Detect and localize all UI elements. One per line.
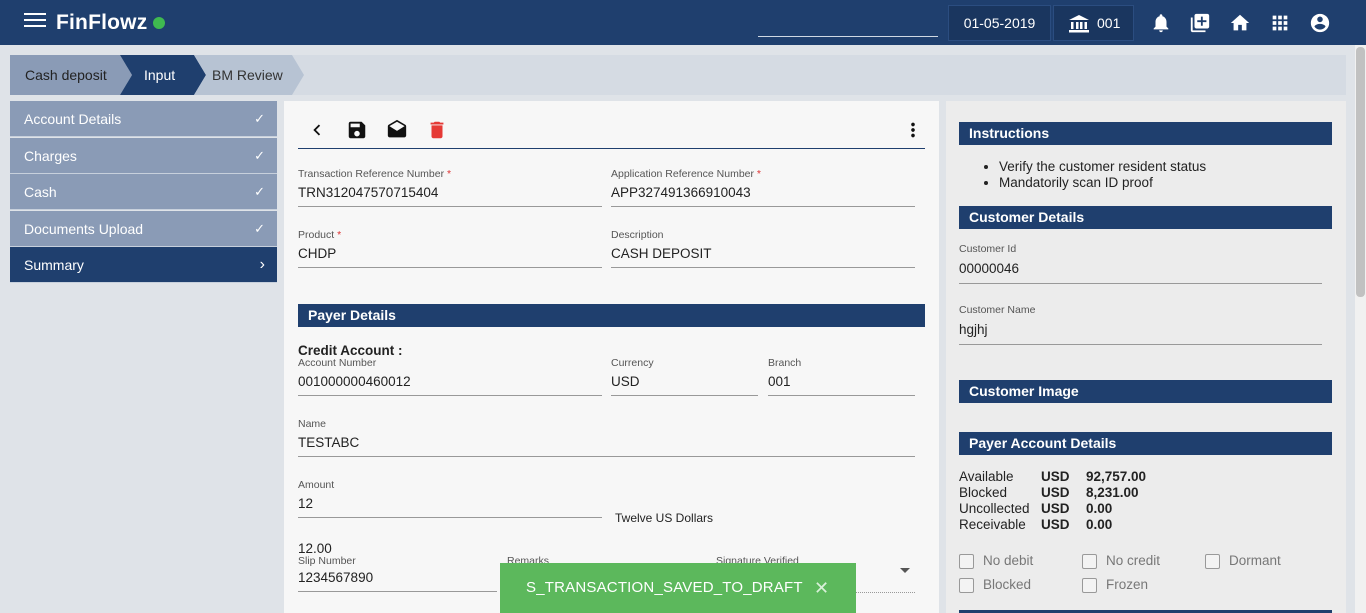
menu-icon[interactable] xyxy=(24,13,46,31)
dropdown-arrow-icon xyxy=(900,568,910,573)
nav-account-details[interactable]: Account Details ✓ xyxy=(10,101,277,137)
account-circle-icon[interactable] xyxy=(1309,12,1331,34)
check-icon: ✓ xyxy=(254,147,265,163)
back-icon[interactable] xyxy=(306,119,328,141)
instruction-item: Mandatorily scan ID proof xyxy=(999,175,1206,191)
currency-field[interactable]: Currency USD xyxy=(611,357,758,396)
transaction-ref-field[interactable]: Transaction Reference Number * TRN312047… xyxy=(298,168,602,207)
instructions-list: Verify the customer resident status Mand… xyxy=(999,159,1206,191)
snackbar-toast: S_TRANSACTION_SAVED_TO_DRAFT ✕ xyxy=(500,563,856,613)
online-status-dot xyxy=(153,17,165,29)
credit-account-title: Credit Account : xyxy=(298,343,403,358)
top-app-bar: FinFlowz 01-05-2019 001 xyxy=(0,0,1366,45)
mail-open-icon[interactable] xyxy=(386,119,408,141)
customer-name-field: Customer Name hgjhj xyxy=(959,304,1322,345)
more-vert-icon[interactable] xyxy=(902,119,924,141)
balance-row-uncollected: Uncollected USD 0.00 xyxy=(959,501,1113,516)
close-icon[interactable]: ✕ xyxy=(814,563,829,613)
business-date[interactable]: 01-05-2019 xyxy=(948,5,1051,41)
chevron-right-icon: › xyxy=(259,256,265,274)
balance-table: Available USD 92,757.00 Blocked USD 8,231.00… xyxy=(959,469,1146,533)
description-field[interactable]: Description CASH DEPOSIT xyxy=(611,229,915,268)
save-icon[interactable] xyxy=(346,119,368,141)
amount-field[interactable]: Amount 12 xyxy=(298,479,602,518)
search-field[interactable] xyxy=(758,36,938,37)
nav-documents-upload[interactable]: Documents Upload ✓ xyxy=(10,210,277,247)
branch-selector[interactable]: 001 xyxy=(1053,5,1134,41)
instruction-item: Verify the customer resident status xyxy=(999,159,1206,175)
instructions-header: Instructions xyxy=(959,122,1332,145)
app-name: FinFlowz xyxy=(56,11,148,34)
check-icon: ✓ xyxy=(254,184,265,200)
info-panel: Instructions Verify the customer residen… xyxy=(946,101,1346,613)
customer-id-field: Customer Id 00000046 xyxy=(959,243,1322,284)
account-number-field[interactable]: Account Number 001000000460012 xyxy=(298,357,602,396)
payer-account-header: Payer Account Details xyxy=(959,432,1332,455)
check-icon: ✓ xyxy=(254,111,265,126)
branch-field[interactable]: Branch 001 xyxy=(768,357,915,396)
check-icon: ✓ xyxy=(254,220,265,236)
branch-code: 001 xyxy=(1097,15,1121,31)
product-field[interactable]: Product * CHDP xyxy=(298,229,602,268)
nav-cash[interactable]: Cash ✓ xyxy=(10,174,277,211)
apps-grid-icon[interactable] xyxy=(1269,12,1291,34)
scrollbar-thumb[interactable] xyxy=(1356,47,1365,297)
balance-row-blocked: Blocked USD 8,231.00 xyxy=(959,485,1139,500)
nav-summary[interactable]: Summary › xyxy=(10,247,277,284)
transaction-form: Transaction Reference Number * TRN312047… xyxy=(284,101,939,613)
add-box-icon[interactable] xyxy=(1189,12,1211,34)
payer-details-header: Payer Details xyxy=(298,304,925,327)
slip-number-field[interactable]: Slip Number 1234567890 xyxy=(298,555,497,592)
balance-row-available: Available USD 92,757.00 xyxy=(959,469,1147,484)
application-ref-field[interactable]: Application Reference Number * APP327491… xyxy=(611,168,915,207)
section-nav: Account Details ✓ Charges ✓ Cash ✓ Docum… xyxy=(10,101,277,284)
toast-message: S_TRANSACTION_SAVED_TO_DRAFT xyxy=(526,579,803,596)
step-bm-review[interactable]: BM Review xyxy=(194,55,304,95)
nav-charges[interactable]: Charges ✓ xyxy=(10,137,277,174)
amount-formatted: 12.00 xyxy=(298,541,332,556)
process-stepper: Cash deposit Input BM Review xyxy=(10,55,1346,95)
bank-icon xyxy=(1069,15,1089,33)
customer-image-header[interactable]: Customer Image xyxy=(959,380,1332,403)
form-toolbar xyxy=(298,115,925,149)
home-icon[interactable] xyxy=(1229,12,1251,34)
amount-in-words: Twelve US Dollars xyxy=(615,511,714,525)
balance-row-receivable: Receivable USD 0.00 xyxy=(959,517,1113,532)
name-field[interactable]: Name TESTABC xyxy=(298,418,915,457)
delete-icon[interactable] xyxy=(426,119,448,141)
customer-details-header: Customer Details xyxy=(959,206,1332,229)
bell-icon[interactable] xyxy=(1150,12,1172,34)
step-cash-deposit[interactable]: Cash deposit xyxy=(10,55,132,95)
